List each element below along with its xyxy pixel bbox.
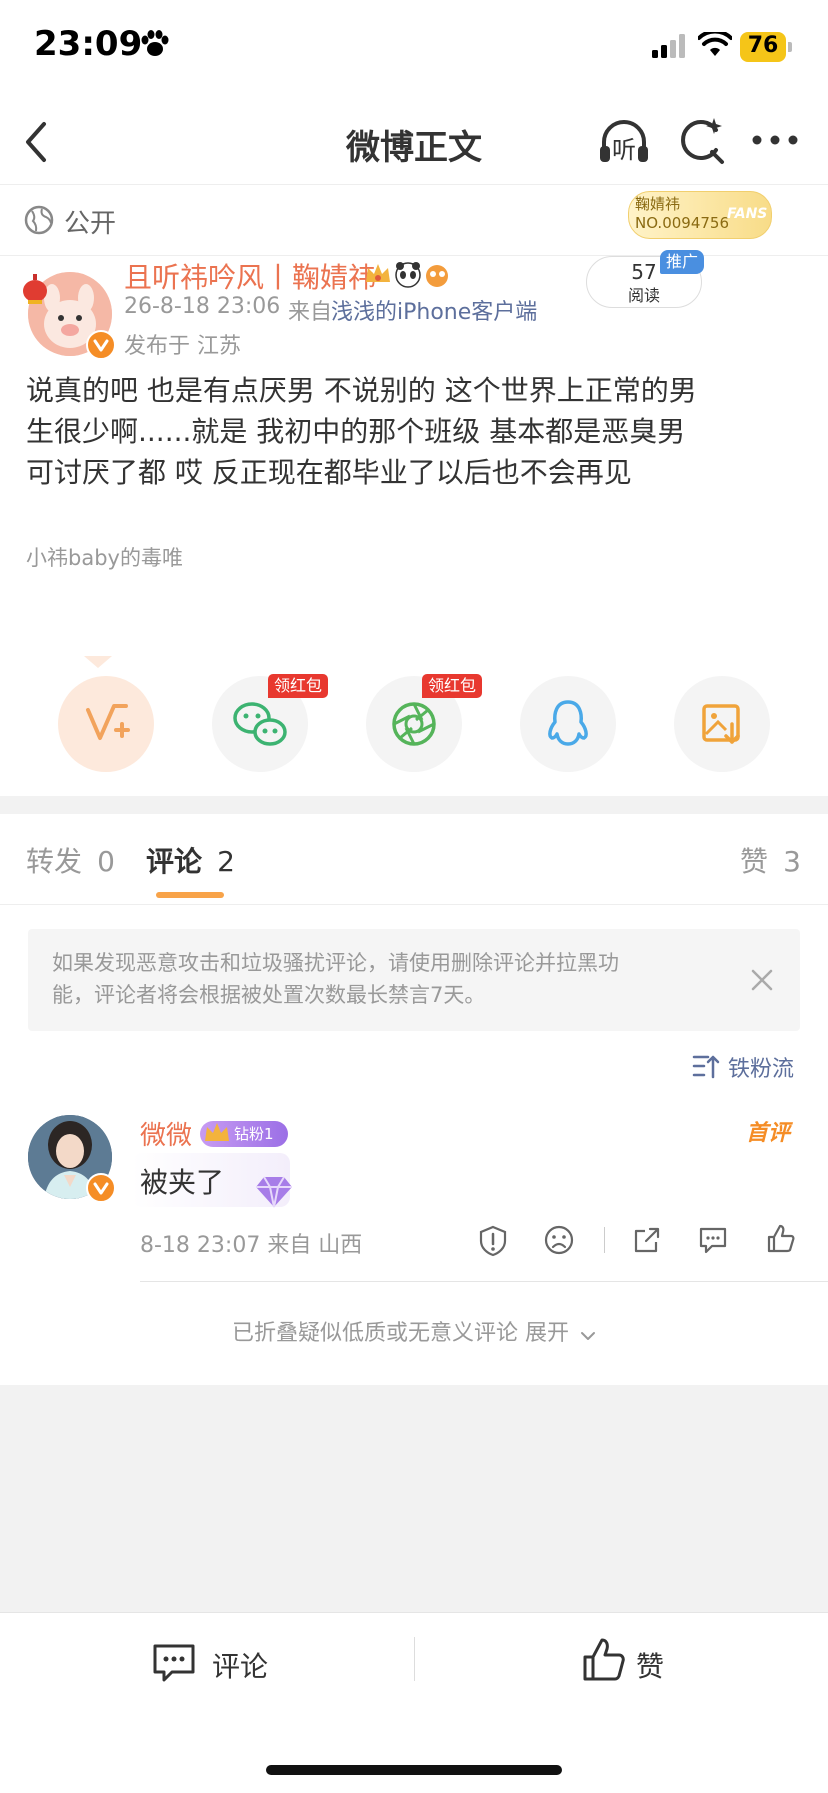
fan-badge-tag: FANS xyxy=(727,206,768,222)
comments-section: 如果发现恶意攻击和垃圾骚扰评论，请使用删除评论并拉黑功 能，评论者将会根据被处置… xyxy=(0,905,828,1385)
moderation-notice: 如果发现恶意攻击和垃圾骚扰评论，请使用删除评论并拉黑功 能，评论者将会根据被处置… xyxy=(28,929,800,1031)
status-time: 23:09 xyxy=(34,24,143,64)
visibility-label: 公开 xyxy=(64,209,117,239)
crown-icon xyxy=(205,1123,229,1141)
tab-like-count: 3 xyxy=(783,845,801,878)
red-packet-tag: 领红包 xyxy=(268,674,329,698)
author-name[interactable]: 且听祎吟风丨鞠婧祎 xyxy=(124,256,376,296)
commenter-name[interactable]: 微微 xyxy=(140,1115,192,1152)
signal-icon xyxy=(652,34,685,58)
folded-comments-toggle[interactable]: 已折叠疑似低质或无意义评论 展开 xyxy=(0,1315,828,1355)
tab-repost-count: 0 xyxy=(97,845,115,878)
post-content-line: 可讨厌了都 哎 反正现在都毕业了以后也不会再见 xyxy=(26,456,632,489)
search-icon[interactable] xyxy=(676,116,726,168)
thumbs-up-icon xyxy=(583,1638,625,1681)
back-icon[interactable] xyxy=(22,120,50,164)
notice-line: 如果发现恶意攻击和垃圾骚扰评论，请使用删除评论并拉黑功 xyxy=(52,951,619,975)
dislike-face-icon[interactable] xyxy=(544,1225,574,1255)
tab-comment[interactable]: 评论 2 xyxy=(146,840,235,880)
share-qq-button[interactable] xyxy=(520,676,616,772)
emoji-badges-icon xyxy=(366,262,448,288)
more-icon[interactable] xyxy=(752,134,798,146)
battery-icon: 76 xyxy=(740,32,786,62)
fan-badge[interactable]: 鞠婧祎 NO.0094756 FANS xyxy=(628,191,772,239)
status-bar: 23:09 76 xyxy=(0,0,828,100)
share-forward-button[interactable] xyxy=(58,676,154,772)
red-packet-tag: 领红包 xyxy=(422,674,483,698)
like-icon[interactable] xyxy=(766,1223,796,1255)
post-content: 说真的吧 也是有点厌男 不说别的 这个世界上正常的男 生很少啊......就是 … xyxy=(26,370,806,493)
tab-comment-label: 评论 xyxy=(146,845,203,878)
notice-line: 能，评论者将会根据被处置次数最长禁言7天。 xyxy=(52,983,486,1007)
close-icon[interactable] xyxy=(750,968,774,992)
tab-like-label: 赞 xyxy=(740,845,769,878)
comment-text: 被夹了 xyxy=(140,1166,225,1199)
bottom-divider xyxy=(414,1637,415,1681)
reads-label: 阅读 xyxy=(627,286,660,305)
tab-repost-label: 转发 xyxy=(26,845,83,878)
tab-indicator xyxy=(156,892,224,898)
weibo-forward-icon xyxy=(86,704,130,740)
comment-icon xyxy=(153,1644,195,1682)
listen-label: 听 xyxy=(612,136,636,164)
fan-level-badge: 钻粉1 xyxy=(200,1121,288,1147)
tab-comment-count: 2 xyxy=(217,845,235,878)
reply-icon[interactable] xyxy=(698,1225,728,1255)
share-pointer xyxy=(84,656,112,668)
battery-level: 76 xyxy=(747,33,779,58)
post-source-link[interactable]: 浅浅的iPhone客户端 xyxy=(331,294,537,326)
report-icon[interactable] xyxy=(478,1225,508,1257)
qq-penguin-icon xyxy=(548,700,588,746)
battery-tip xyxy=(788,42,792,52)
save-image-icon xyxy=(702,704,740,744)
comment-meta: 8-18 23:07 来自 山西 xyxy=(140,1233,363,1258)
globe-icon xyxy=(24,205,54,235)
bottom-like-label: 赞 xyxy=(636,1650,665,1683)
lantern-icon xyxy=(23,274,47,304)
visibility-bar: 公开 鞠婧祎 NO.0094756 FANS xyxy=(0,185,828,256)
wifi-icon xyxy=(698,32,732,56)
action-divider xyxy=(604,1227,605,1253)
bottom-action-bar: 评论 赞 xyxy=(0,1612,828,1793)
verified-badge-icon xyxy=(86,330,116,360)
topic-label[interactable]: 小祎baby的毒唯 xyxy=(26,542,183,572)
chevron-down-icon xyxy=(581,1331,596,1340)
fan-level-text: 钻粉1 xyxy=(234,1125,274,1143)
promo-tag[interactable]: 推广 xyxy=(660,250,705,274)
sort-label: 铁粉流 xyxy=(728,1057,795,1082)
listen-button[interactable]: 听 xyxy=(596,114,652,170)
fan-badge-name: 鞠婧祎 xyxy=(635,195,681,213)
post-content-line: 说真的吧 也是有点厌男 不说别的 这个世界上正常的男 xyxy=(26,374,697,407)
interaction-tabs: 转发 0 评论 2 赞 3 xyxy=(0,814,828,905)
verified-badge-icon xyxy=(86,1173,116,1203)
post-date: 26-8-18 23:06 xyxy=(124,294,281,319)
comment-divider xyxy=(140,1281,828,1282)
share-save-image-button[interactable] xyxy=(674,676,770,772)
sort-icon xyxy=(692,1055,720,1079)
post-content-line: 生很少啊......就是 我初中的那个班级 基本都是恶臭男 xyxy=(26,415,686,448)
first-comment-tag: 首评 xyxy=(746,1121,791,1146)
post-source-prefix: 来自 xyxy=(288,300,333,325)
tab-like[interactable]: 赞 3 xyxy=(740,840,801,880)
gem-icon xyxy=(256,1176,292,1208)
paw-icon xyxy=(141,30,169,56)
folded-label: 已折叠疑似低质或无意义评论 展开 xyxy=(231,1321,569,1346)
fan-badge-number: NO.0094756 xyxy=(635,214,729,232)
tab-repost[interactable]: 转发 0 xyxy=(26,840,115,880)
nav-bar: 微博正文 听 xyxy=(0,100,828,185)
share-icon[interactable] xyxy=(632,1225,662,1255)
bottom-comment-label: 评论 xyxy=(212,1650,269,1683)
home-indicator xyxy=(266,1765,562,1775)
post-location: 发布于 江苏 xyxy=(124,334,241,359)
